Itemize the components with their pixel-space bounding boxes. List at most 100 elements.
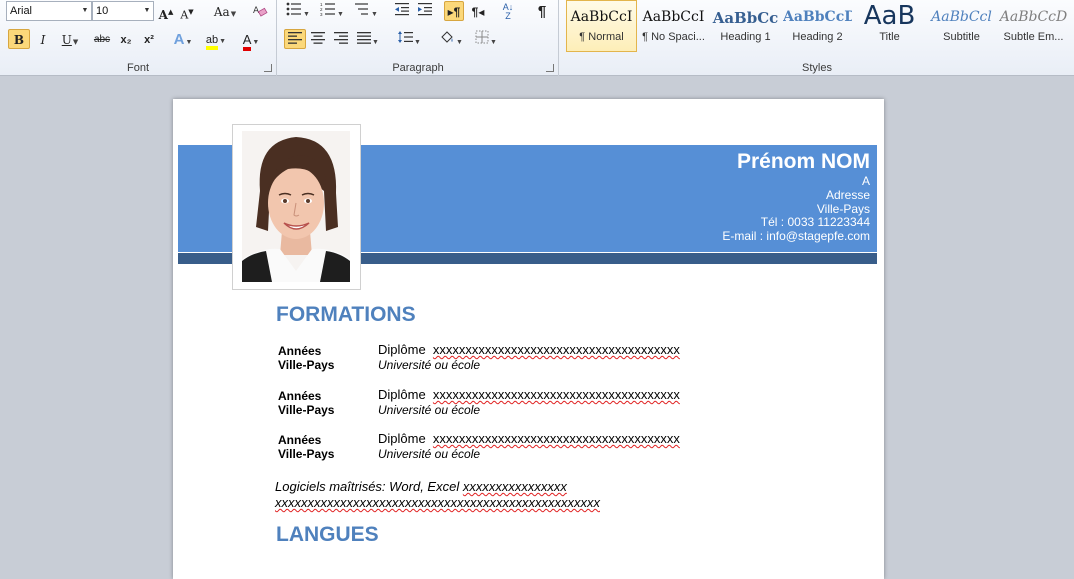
style-name: Title [879,31,900,43]
style-tile[interactable]: AaBbCcD Heading 2 [782,0,853,52]
numbering-button[interactable]: 1 2 3 ▼ [318,1,346,21]
style-tile[interactable]: AaBbCcl Subtitle [926,0,997,52]
formation-diploma: Diplôme xxxxxxxxxxxxxxxxxxxxxxxxxxxxxxxx… [378,431,680,446]
line-spacing-icon [398,31,414,43]
style-tile[interactable]: AaBbCc Heading 1 [710,0,781,52]
formation-year: Années [278,344,322,358]
borders-button[interactable]: ▼ [471,29,501,49]
subscript-button[interactable]: x₂ [116,29,136,49]
font-family-value: Arial [10,5,33,17]
section-title-langues: LANGUES [276,523,379,546]
software-filler-2: xxxxxxxxxxxxxxxxxxxxxxxxxxxxxxxxxxxxxxxx… [275,495,600,510]
superscript-label: x² [144,34,154,46]
style-tile[interactable]: AaB Title [854,0,925,52]
increase-indent-button[interactable] [415,1,435,21]
justify-icon [357,32,372,44]
grow-font-button[interactable]: A▲ [157,1,175,22]
styles-group-label: Styles [802,62,832,74]
font-family-combo[interactable]: Arial ▼ [6,1,92,21]
formation-city: Ville-Pays [278,403,335,417]
decrease-indent-icon [395,3,409,16]
align-right-icon [334,32,348,44]
decrease-indent-button[interactable] [392,1,412,21]
underline-button[interactable]: U▼ [56,29,84,49]
font-size-combo[interactable]: 10 ▼ [92,1,154,21]
header-phone: Tél : 0033 11223344 [760,215,870,229]
rtl-direction-button[interactable]: ¶◂ [468,1,488,21]
change-case-button[interactable]: Aa▼ [210,1,240,21]
line-spacing-button[interactable]: ▼ [394,29,424,49]
sort-button[interactable]: A↓ Z [498,1,518,21]
style-name: Heading 1 [720,31,771,43]
section-title-formations: FORMATIONS [276,303,416,326]
italic-button[interactable]: I [33,29,53,49]
document-page[interactable]: Prénom NOM A Adresse Ville-Pays Tél : 00… [173,99,884,579]
clear-formatting-icon: A [253,6,268,17]
formation-diploma: Diplôme xxxxxxxxxxxxxxxxxxxxxxxxxxxxxxxx… [378,387,680,402]
style-name: ¶ Normal [579,31,624,43]
style-sample: AaBbCc [712,9,779,27]
chevron-down-icon[interactable]: ▼ [141,2,153,20]
formation-entry: Années Ville-Pays Diplôme xxxxxxxxxxxxxx… [278,431,698,463]
rtl-icon: ¶◂ [471,5,485,19]
highlight-label: ab [205,34,219,50]
align-right-button[interactable] [330,29,352,49]
increase-indent-icon [418,3,432,16]
style-tile[interactable]: AaBbCcD Subtle Em... [998,0,1069,52]
style-name: Heading 2 [792,31,843,43]
header-city-country: Ville-Pays [816,202,870,216]
justify-button[interactable]: ▼ [353,29,383,49]
highlight-button[interactable]: ab▼ [200,29,232,50]
chevron-down-icon[interactable]: ▼ [79,2,91,20]
header-line-a: A [861,174,870,188]
formation-school: Université ou école [378,447,481,461]
shading-button[interactable]: ▼ [436,29,466,49]
clear-formatting-button[interactable]: A [250,1,270,21]
style-tile[interactable]: AaBbCcI ¶ No Spaci... [638,0,709,52]
italic-label: I [40,33,46,47]
portrait-image [242,131,350,282]
superscript-button[interactable]: x² [139,29,159,49]
align-left-button[interactable] [284,29,306,49]
style-sample: AaBbCcl [931,9,992,25]
style-name: Subtle Em... [1003,31,1064,43]
paragraph-group-label: Paragraph [392,62,444,74]
shrink-font-button[interactable]: A▼ [178,1,196,22]
font-dialog-launcher[interactable]: . [264,64,272,72]
style-tile[interactable]: AaBbCcI ¶ Normal [566,0,637,52]
paragraph-group: ▼ 1 2 3 ▼ ▼ ▸¶ ¶◂ A↓ Z ¶ ▼ ▼ ▼ ▼ Paragra… [278,0,559,76]
profile-photo [242,131,350,282]
bullets-button[interactable]: ▼ [284,1,312,21]
formation-entry: Années Ville-Pays Diplôme xxxxxxxxxxxxxx… [278,342,698,374]
formation-diploma: Diplôme xxxxxxxxxxxxxxxxxxxxxxxxxxxxxxxx… [378,342,680,357]
strikethrough-label: abc [93,34,111,45]
formation-entry: Années Ville-Pays Diplôme xxxxxxxxxxxxxx… [278,387,698,419]
formation-city: Ville-Pays [278,447,335,461]
styles-group: AaBbCcI ¶ Normal AaBbCcI ¶ No Spaci... AaBbC… [560,0,1074,76]
software-filler: xxxxxxxxxxxxxxxx [462,479,567,494]
header-email: E-mail : info@stagepfe.com [722,229,870,243]
ribbon: Arial ▼ 10 ▼ A▲ A▼ Aa▼ A B I U▼ abc x₂ x… [0,0,1074,76]
text-effects-button[interactable]: A▼ [170,29,196,49]
profile-photo-frame[interactable] [232,124,361,290]
ltr-direction-button[interactable]: ▸¶ [444,1,464,21]
grow-font-label: A [158,8,168,22]
font-color-button[interactable]: A▼ [236,29,266,51]
formation-city: Ville-Pays [278,358,335,372]
paragraph-dialog-launcher[interactable]: . [546,64,554,72]
font-group-label: Font [126,62,149,74]
style-sample: AaBbCcI [642,9,705,25]
align-center-icon [311,32,325,44]
ltr-icon: ▸¶ [447,5,461,19]
candidate-name: Prénom NOM [736,150,870,173]
align-center-button[interactable] [307,29,329,49]
style-sample: AaBbCcI [570,9,633,25]
bold-button[interactable]: B [8,29,30,49]
change-case-label: Aa [213,5,230,19]
strikethrough-button[interactable]: abc [90,29,114,49]
formation-year: Années [278,433,322,447]
multilevel-list-button[interactable]: ▼ [352,1,380,21]
show-formatting-button[interactable]: ¶ [532,1,552,21]
software-label: Logiciels maîtrisés: Word, Excel [275,479,460,494]
bullets-icon [286,2,302,16]
